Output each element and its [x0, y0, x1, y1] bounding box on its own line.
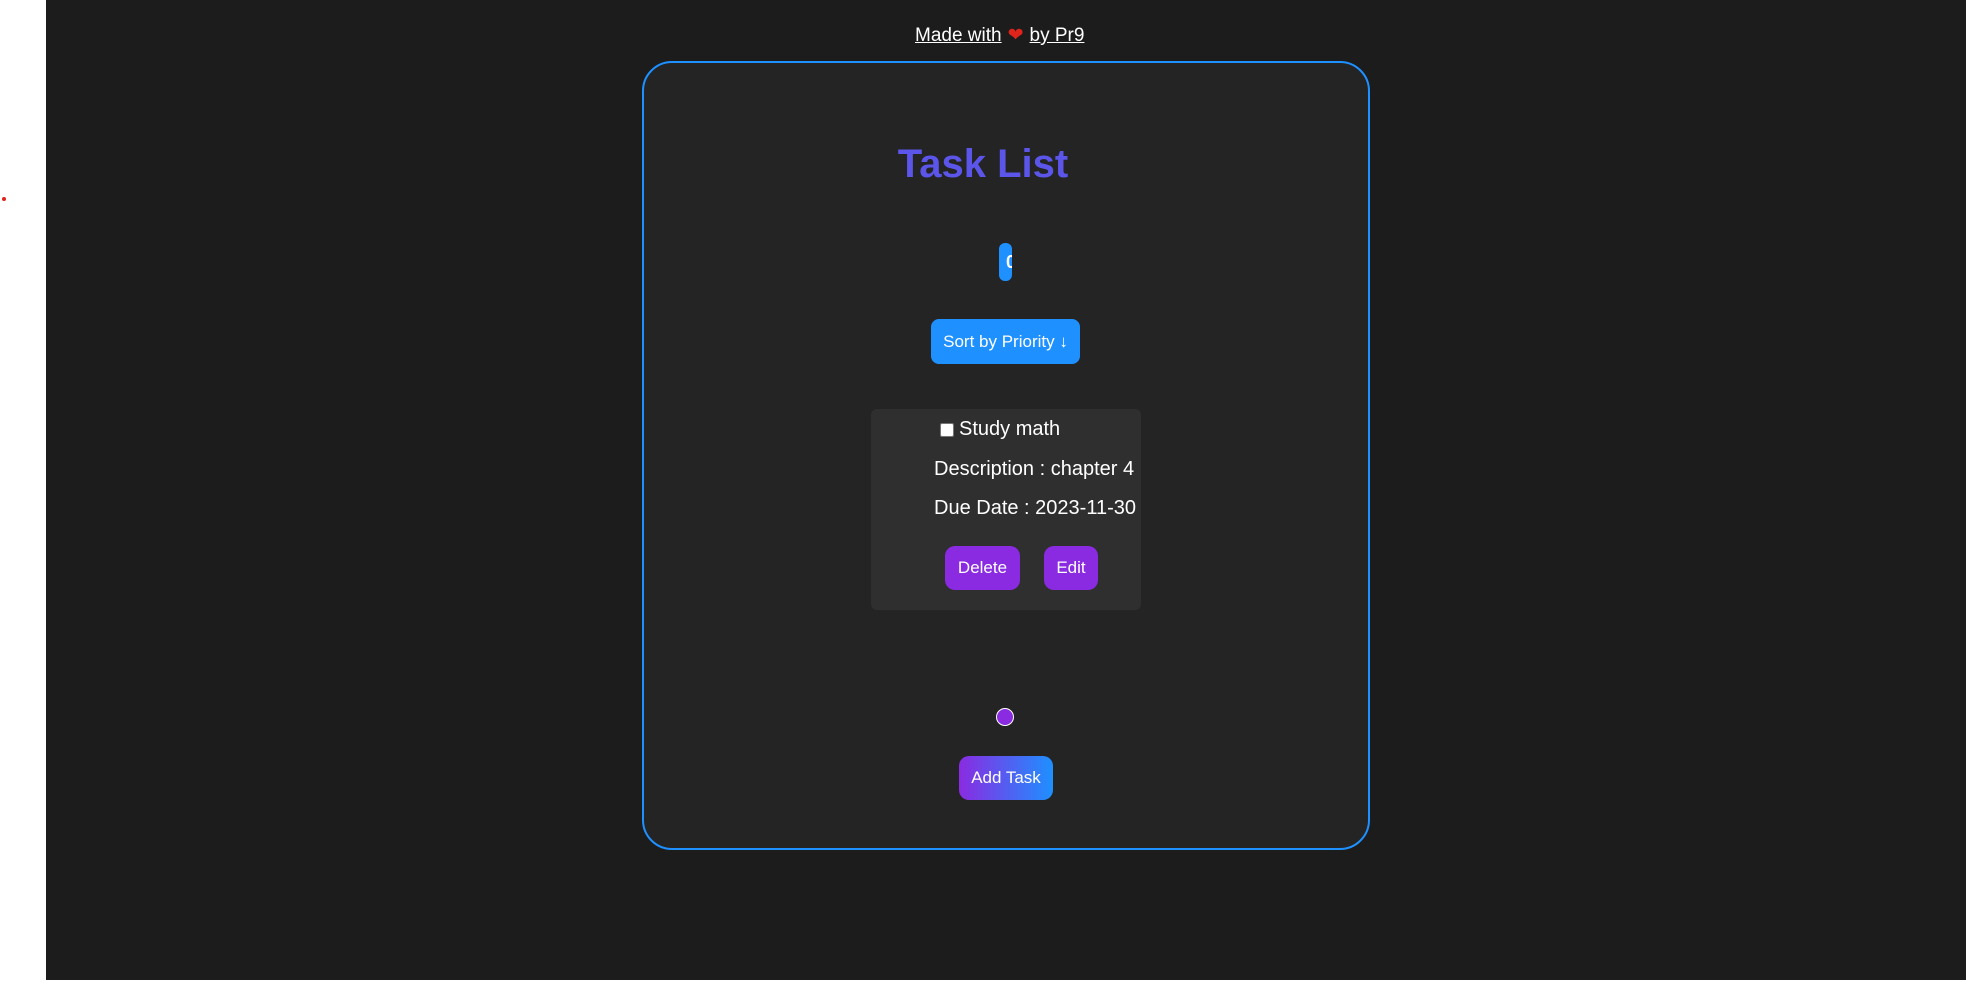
- credit-suffix: by Pr9: [1029, 25, 1085, 46]
- sort-by-priority-button[interactable]: Sort by Priority ↓: [931, 319, 1080, 364]
- edit-task-button[interactable]: Edit: [1044, 546, 1098, 590]
- add-task-button[interactable]: Add Task: [959, 756, 1053, 800]
- filter-input[interactable]: 0: [999, 243, 1012, 281]
- heart-icon: ❤: [1007, 25, 1024, 46]
- credit-link[interactable]: Made with ❤ by Pr9: [915, 24, 1084, 47]
- task-title: Study math: [959, 418, 1061, 440]
- task-due-date: Due Date : 2023-11-30: [934, 497, 1136, 519]
- delete-task-button[interactable]: Delete: [945, 546, 1020, 590]
- credit-prefix: Made with: [915, 25, 1002, 46]
- page-title: Task List: [897, 142, 1069, 186]
- marker-dot: [2, 197, 6, 201]
- task-title-row: Study math: [940, 418, 1060, 441]
- task-complete-checkbox[interactable]: [940, 422, 954, 437]
- task-description: Description : chapter 4: [934, 458, 1135, 480]
- priority-radio[interactable]: [996, 708, 1014, 726]
